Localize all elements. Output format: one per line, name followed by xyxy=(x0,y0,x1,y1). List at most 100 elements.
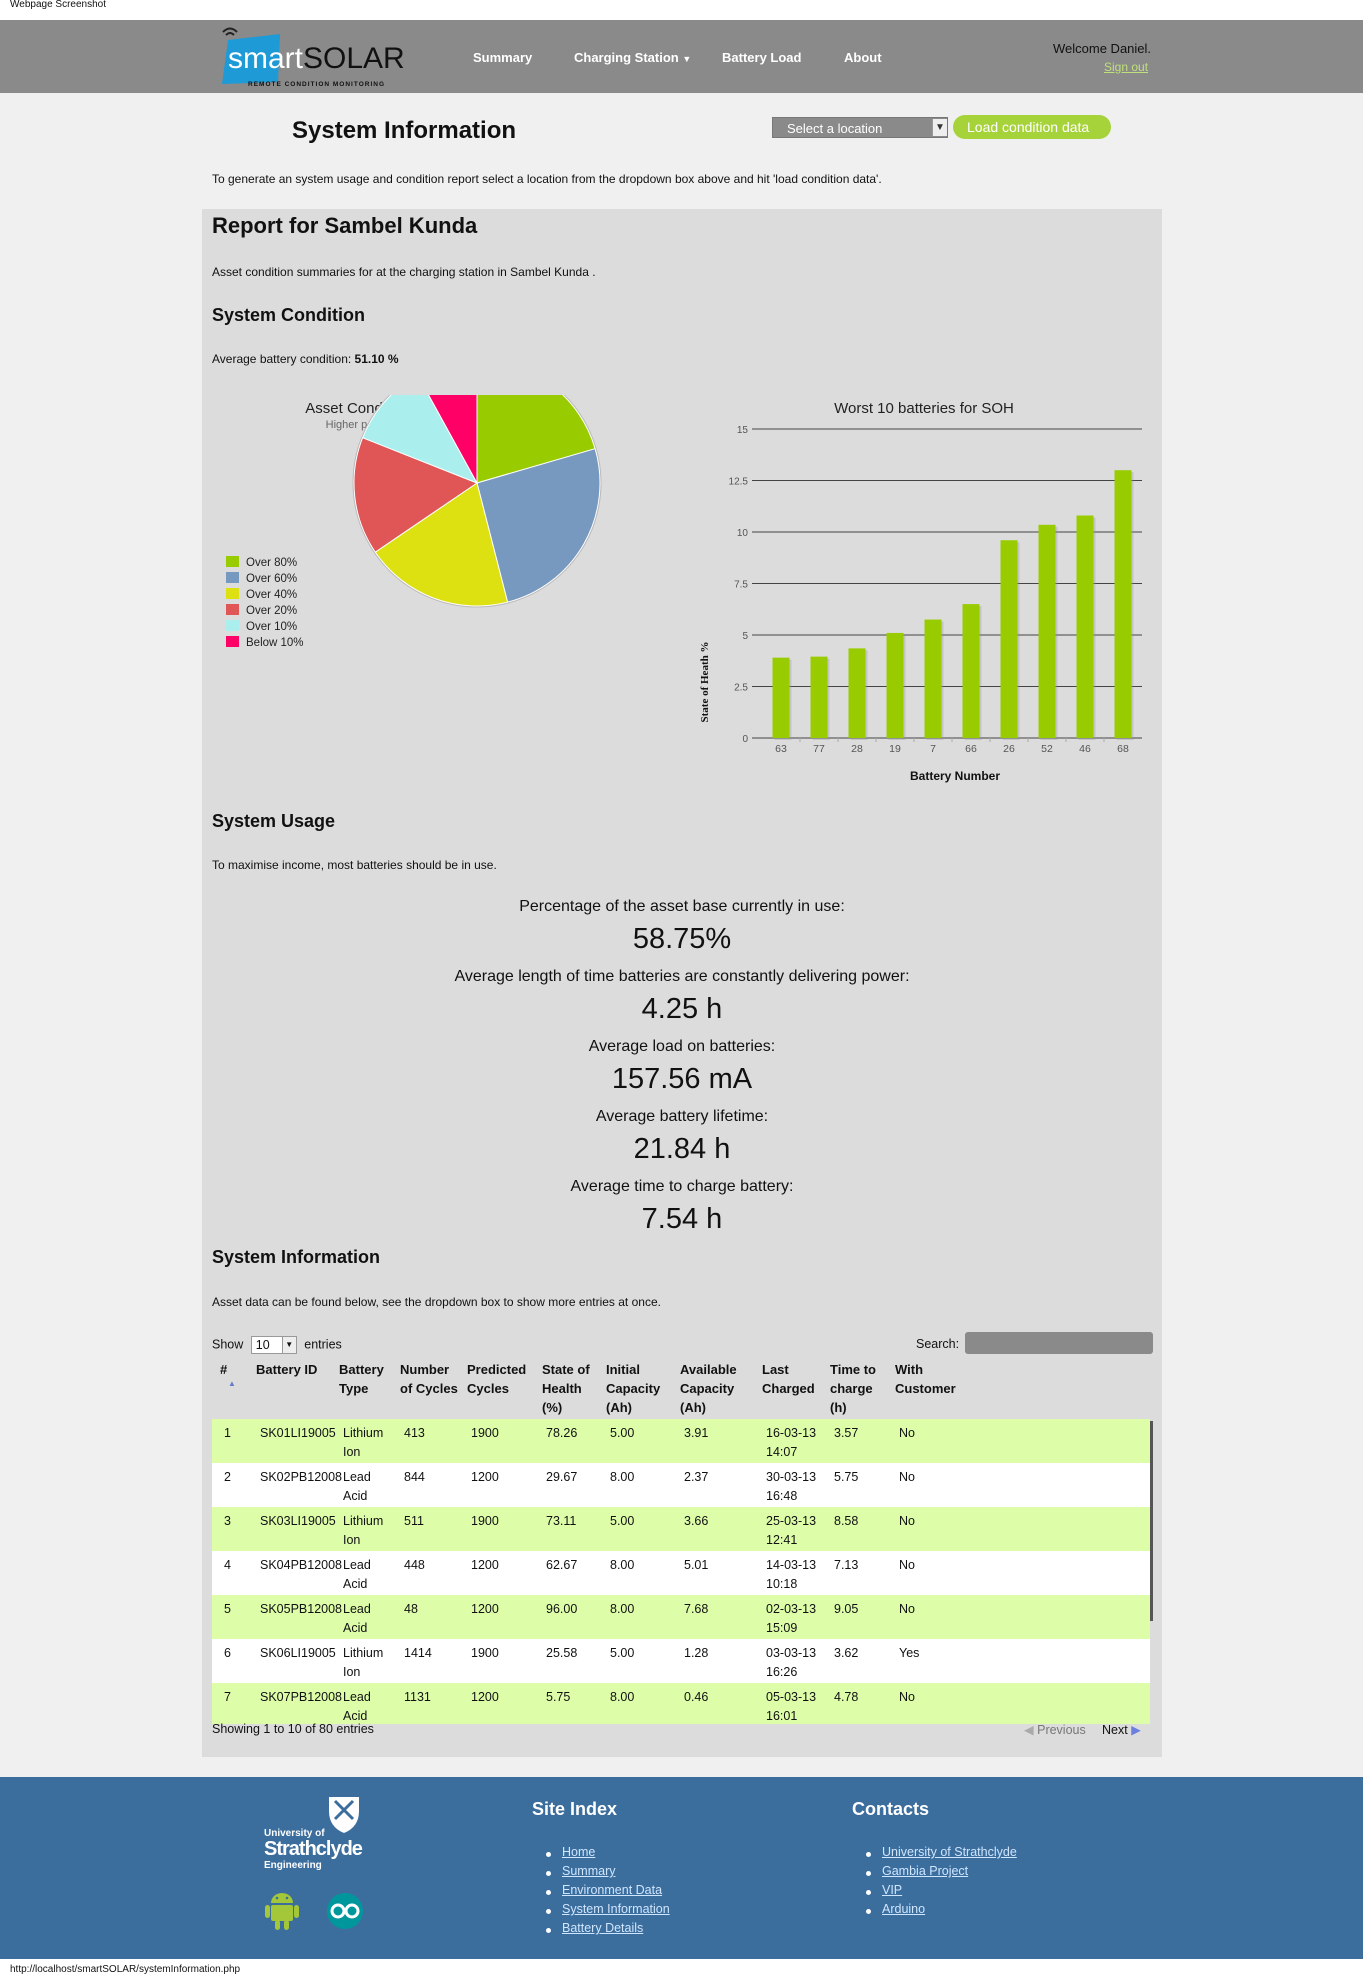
legend-label[interactable]: Below 10% xyxy=(246,637,304,649)
table-cell: 5.75 xyxy=(546,1690,571,1704)
table-row[interactable]: 2 SK02PB12008 Lead Acid 844 1200 29.67 8.00 2.37… xyxy=(212,1463,1150,1507)
column-header[interactable]: Initial Capacity (Ah) xyxy=(606,1360,660,1417)
table-cell: 844 xyxy=(404,1470,425,1484)
legend-label[interactable]: Over 10% xyxy=(246,621,297,633)
table-cell: SK01LI19005 xyxy=(260,1426,336,1440)
bar[interactable] xyxy=(1076,515,1094,738)
table-cell: 5 xyxy=(224,1602,231,1616)
table-cell: 511 xyxy=(404,1514,424,1528)
table-cell: Lead Acid xyxy=(343,1690,371,1723)
bar[interactable] xyxy=(1000,540,1018,738)
window-caption: Webpage Screenshot xyxy=(0,0,1363,20)
page-size-select[interactable]: 10 ▼ xyxy=(250,1336,297,1354)
column-header[interactable]: State of Health (%) xyxy=(542,1360,590,1417)
y-tick-label: 2.5 xyxy=(734,683,748,694)
svg-text:smartSOLAR: smartSOLAR xyxy=(228,42,405,75)
smartsolar-logo[interactable]: smartSOLAR REMOTE CONDITION MONITORING xyxy=(220,26,425,90)
table-cell: 7.13 xyxy=(834,1558,859,1572)
nav-summary[interactable]: Summary xyxy=(473,50,532,65)
nav-charging-station-label: Charging Station xyxy=(574,50,679,65)
legend-label[interactable]: Over 60% xyxy=(246,573,297,585)
bar[interactable] xyxy=(772,657,790,738)
column-header[interactable]: Battery Type xyxy=(339,1360,384,1398)
bullet xyxy=(866,1871,871,1876)
legend-label[interactable]: Over 80% xyxy=(246,557,297,569)
table-row[interactable]: 5 SK05PB12008 Lead Acid 48 1200 96.00 8.00 7.68 0… xyxy=(212,1595,1150,1639)
bullet xyxy=(546,1871,551,1876)
legend-swatch xyxy=(226,556,239,567)
legend-label[interactable]: Over 40% xyxy=(246,589,297,601)
next-page-button[interactable]: Next ▶ xyxy=(1102,1722,1141,1737)
table-cell: 1200 xyxy=(471,1558,499,1572)
sign-out-link[interactable]: Sign out xyxy=(1104,60,1148,74)
column-header[interactable]: # xyxy=(220,1360,227,1379)
report-subtitle: Asset condition summaries for at the cha… xyxy=(212,265,596,279)
table-row[interactable]: 7 SK07PB12008 Lead Acid 1131 1200 5.75 8.00 0.46… xyxy=(212,1683,1150,1724)
stat-label: Average time to charge battery: xyxy=(570,1178,794,1195)
footer-link-environment-data[interactable]: Environment Data xyxy=(562,1883,662,1897)
svg-text:REMOTE CONDITION MONITORING: REMOTE CONDITION MONITORING xyxy=(248,81,385,88)
bar[interactable] xyxy=(848,648,866,738)
table-body: 1 SK01LI19005 Lithium Ion 413 1900 78.26 5.00 3.… xyxy=(202,1419,1162,1724)
footer-link-arduino[interactable]: Arduino xyxy=(882,1902,925,1916)
table-cell: No xyxy=(899,1514,915,1528)
legend-swatch xyxy=(226,604,239,615)
bar[interactable] xyxy=(810,656,828,738)
sort-ascending-icon[interactable]: ▲ xyxy=(228,1379,236,1388)
nav-battery-load[interactable]: Battery Load xyxy=(722,50,801,65)
previous-page-button[interactable]: ◀ Previous xyxy=(1024,1722,1086,1737)
nav-about[interactable]: About xyxy=(844,50,882,65)
table-row[interactable]: 3 SK03LI19005 Lithium Ion 511 1900 73.11 5.00 3.… xyxy=(212,1507,1150,1551)
load-condition-data-button[interactable]: Load condition data xyxy=(953,115,1111,139)
nav-charging-station[interactable]: Charging Station ▼ xyxy=(574,50,691,65)
university-logo[interactable]: University of Strathclyde Engineering xyxy=(263,1793,375,1873)
footer-link-university[interactable]: University of Strathclyde xyxy=(882,1845,1017,1859)
bullet xyxy=(866,1890,871,1895)
bar[interactable] xyxy=(1038,524,1056,738)
table-cell: 0.46 xyxy=(684,1690,709,1704)
bar[interactable] xyxy=(886,632,904,738)
table-row[interactable]: 1 SK01LI19005 Lithium Ion 413 1900 78.26 5.00 3.… xyxy=(212,1419,1150,1463)
table-cell: 8.00 xyxy=(610,1470,635,1484)
site-header: smartSOLAR REMOTE CONDITION MONITORING S… xyxy=(0,20,1363,93)
table-cell: No xyxy=(899,1690,915,1704)
table-cell: SK02PB12008 xyxy=(260,1470,343,1484)
arrow-right-icon: ▶ xyxy=(1131,1723,1141,1737)
table-cell: 1900 xyxy=(471,1426,499,1440)
legend-label[interactable]: Over 20% xyxy=(246,605,297,617)
table-cell: 3.66 xyxy=(684,1514,709,1528)
table-cell: SK03LI19005 xyxy=(260,1514,336,1528)
table-cell: SK07PB12008 xyxy=(260,1690,343,1704)
bar[interactable] xyxy=(1114,470,1132,738)
arduino-icon[interactable] xyxy=(325,1893,365,1929)
location-select[interactable]: Select a location ▼ xyxy=(772,117,948,138)
table-scrollbar[interactable] xyxy=(1150,1421,1153,1621)
footer-link-home[interactable]: Home xyxy=(562,1845,595,1859)
column-header[interactable]: Available Capacity (Ah) xyxy=(680,1360,737,1417)
system-condition-heading: System Condition xyxy=(212,305,366,325)
footer-link-gambia-project[interactable]: Gambia Project xyxy=(882,1864,968,1878)
table-cell: 1900 xyxy=(471,1646,499,1660)
table-cell: No xyxy=(899,1558,915,1572)
report-title: Report for Sambel Kunda xyxy=(212,213,478,238)
footer-link-summary[interactable]: Summary xyxy=(562,1864,615,1878)
welcome-text: Welcome Daniel. xyxy=(1053,41,1152,56)
table-cell: 1131 xyxy=(404,1690,431,1704)
column-header[interactable]: Last Charged xyxy=(762,1360,815,1398)
android-icon[interactable] xyxy=(263,1887,301,1931)
column-header[interactable]: With Customer xyxy=(895,1360,956,1398)
contacts-heading: Contacts xyxy=(852,1799,930,1819)
footer-link-system-information[interactable]: System Information xyxy=(562,1902,670,1916)
footer-link-vip[interactable]: VIP xyxy=(882,1883,902,1897)
table-cell: 2 xyxy=(224,1470,231,1484)
table-row[interactable]: 6 SK06LI19005 Lithium Ion 1414 1900 25.58 5.00 1… xyxy=(212,1639,1150,1683)
bar[interactable] xyxy=(962,604,980,738)
search-input[interactable] xyxy=(965,1332,1153,1354)
table-row[interactable]: 4 SK04PB12008 Lead Acid 448 1200 62.67 8.00 5.01… xyxy=(212,1551,1150,1595)
column-header[interactable]: Time to charge (h) xyxy=(830,1360,876,1417)
column-header[interactable]: Predicted Cycles xyxy=(467,1360,526,1398)
column-header[interactable]: Number of Cycles xyxy=(400,1360,458,1398)
bar[interactable] xyxy=(924,619,942,738)
footer-link-battery-details[interactable]: Battery Details xyxy=(562,1921,643,1935)
column-header[interactable]: Battery ID xyxy=(256,1360,317,1379)
